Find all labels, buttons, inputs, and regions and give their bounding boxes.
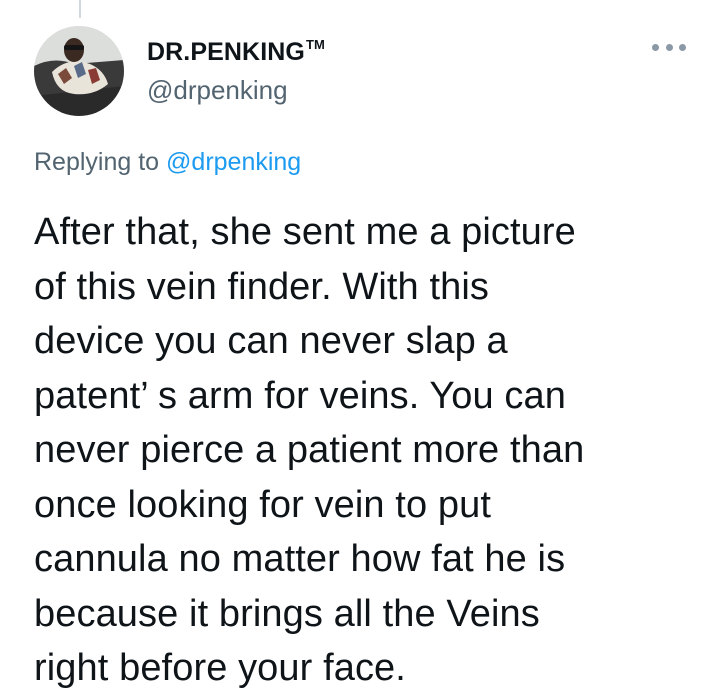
- thread-connector-line: [79, 0, 81, 18]
- trademark-badge: TM: [305, 37, 325, 52]
- avatar[interactable]: [34, 26, 124, 116]
- tweet-text-line: After that, she sent me a picture: [34, 211, 576, 253]
- more-dot: [679, 43, 686, 51]
- more-options-icon[interactable]: [652, 40, 686, 54]
- display-name-text[interactable]: DR.PENKING: [147, 38, 305, 66]
- replying-to: Replying to @drpenking: [34, 145, 301, 179]
- tweet-header: DR.PENKINGTM @drpenking: [34, 26, 700, 116]
- avatar-photo-icon: [34, 26, 124, 116]
- author-info: DR.PENKINGTM @drpenking: [147, 30, 325, 107]
- replying-to-label: Replying to: [34, 148, 167, 176]
- more-dot: [665, 43, 673, 51]
- tweet-text: After that, she sent me a picture of thi…: [34, 205, 694, 696]
- user-handle[interactable]: @drpenking: [147, 73, 325, 107]
- tweet-text-line: once looking for vein to put: [34, 483, 491, 526]
- tweet-text-line: of this vein finder. With this: [34, 265, 489, 308]
- tweet-text-line: because it brings all the Veins: [34, 592, 540, 635]
- tweet-text-line: patent’ s arm for veins. You can: [34, 374, 566, 417]
- tweet-text-line: cannula no matter how fat he is: [34, 538, 566, 580]
- replying-to-mention-link[interactable]: @drpenking: [166, 148, 301, 176]
- tweet-text-line: device you can never slap a: [34, 320, 508, 362]
- display-name[interactable]: DR.PENKINGTM: [147, 30, 325, 67]
- more-dot: [652, 43, 659, 51]
- tweet-text-line: never pierce a patient more than: [34, 429, 585, 471]
- tweet-text-line: right before your face.: [34, 647, 406, 689]
